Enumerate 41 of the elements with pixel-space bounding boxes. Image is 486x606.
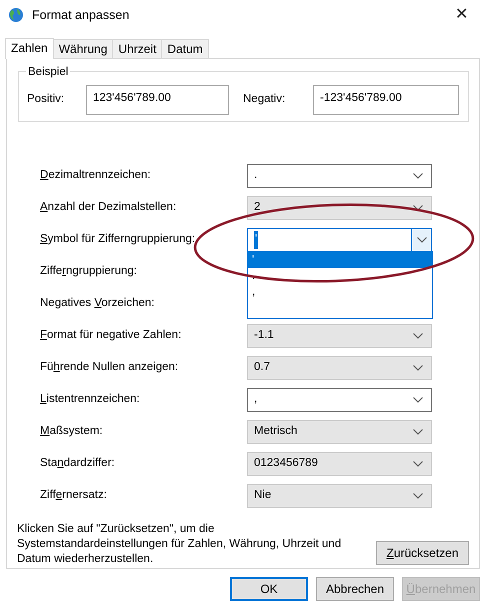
chevron-icon [413, 397, 423, 403]
setting-label: Ziffernersatz: [40, 488, 108, 504]
setting-label: Format für negative Zahlen: [40, 328, 182, 344]
chevron-icon [413, 365, 423, 371]
field-label: Positiv: [27, 92, 66, 108]
window-title: Format anpassen [32, 6, 130, 24]
setting-label: Negatives Vorzeichen: [40, 296, 156, 312]
dropdown-field[interactable]: , [247, 388, 432, 412]
dropdown-option[interactable]: . [248, 268, 432, 284]
dropdown-field[interactable]: . [247, 164, 432, 188]
field-label: Negativ: [243, 92, 286, 108]
chevron-icon [413, 493, 423, 499]
dropdown-field[interactable]: ' [247, 228, 432, 252]
reset-hint-text: Klicken Sie auf "Zurücksetzen", um die Systemstandardeinstellungen für Zahlen, Währung, Uhrzeit und Datum wiederherzustellen. [17, 522, 342, 567]
setting-label: Standardziffer: [40, 456, 116, 472]
dialog-button[interactable]: OK [230, 577, 308, 601]
chevron-icon [413, 429, 423, 435]
chevron-icon [416, 237, 426, 243]
chevron-icon [413, 205, 423, 211]
tab[interactable]: Währung [52, 39, 114, 58]
globe-icon [8, 7, 24, 23]
setting-label: Listentrennzeichen: [40, 392, 141, 408]
setting-label: Maßsystem: [40, 424, 104, 440]
chevron-icon [413, 461, 423, 467]
reset-button[interactable]: Zurücksetzen [376, 541, 469, 565]
dialog-button[interactable]: Abbrechen [316, 577, 394, 601]
dropdown-option[interactable]: , [248, 284, 432, 300]
dropdown-option[interactable]: ' [248, 252, 432, 268]
chevron-icon [413, 173, 423, 179]
close-button[interactable]: ✕ [445, 7, 478, 23]
setting-label: Anzahl der Dezimalstellen: [40, 200, 178, 216]
setting-label: Zifferngruppierung: [40, 264, 138, 280]
tab[interactable]: Uhrzeit [112, 39, 162, 58]
setting-label: Führende Nullen anzeigen: [40, 360, 180, 376]
tab[interactable]: Zahlen [5, 38, 54, 59]
tab[interactable]: Datum [161, 39, 209, 58]
setting-label: Symbol für Zifferngruppierung: [40, 232, 196, 248]
negative-example-field: -123'456'789.00 [313, 85, 459, 115]
chevron-icon [413, 333, 423, 339]
positive-example-field: 123'456'789.00 [86, 85, 229, 115]
setting-label: Dezimaltrennzeichen: [40, 168, 152, 184]
